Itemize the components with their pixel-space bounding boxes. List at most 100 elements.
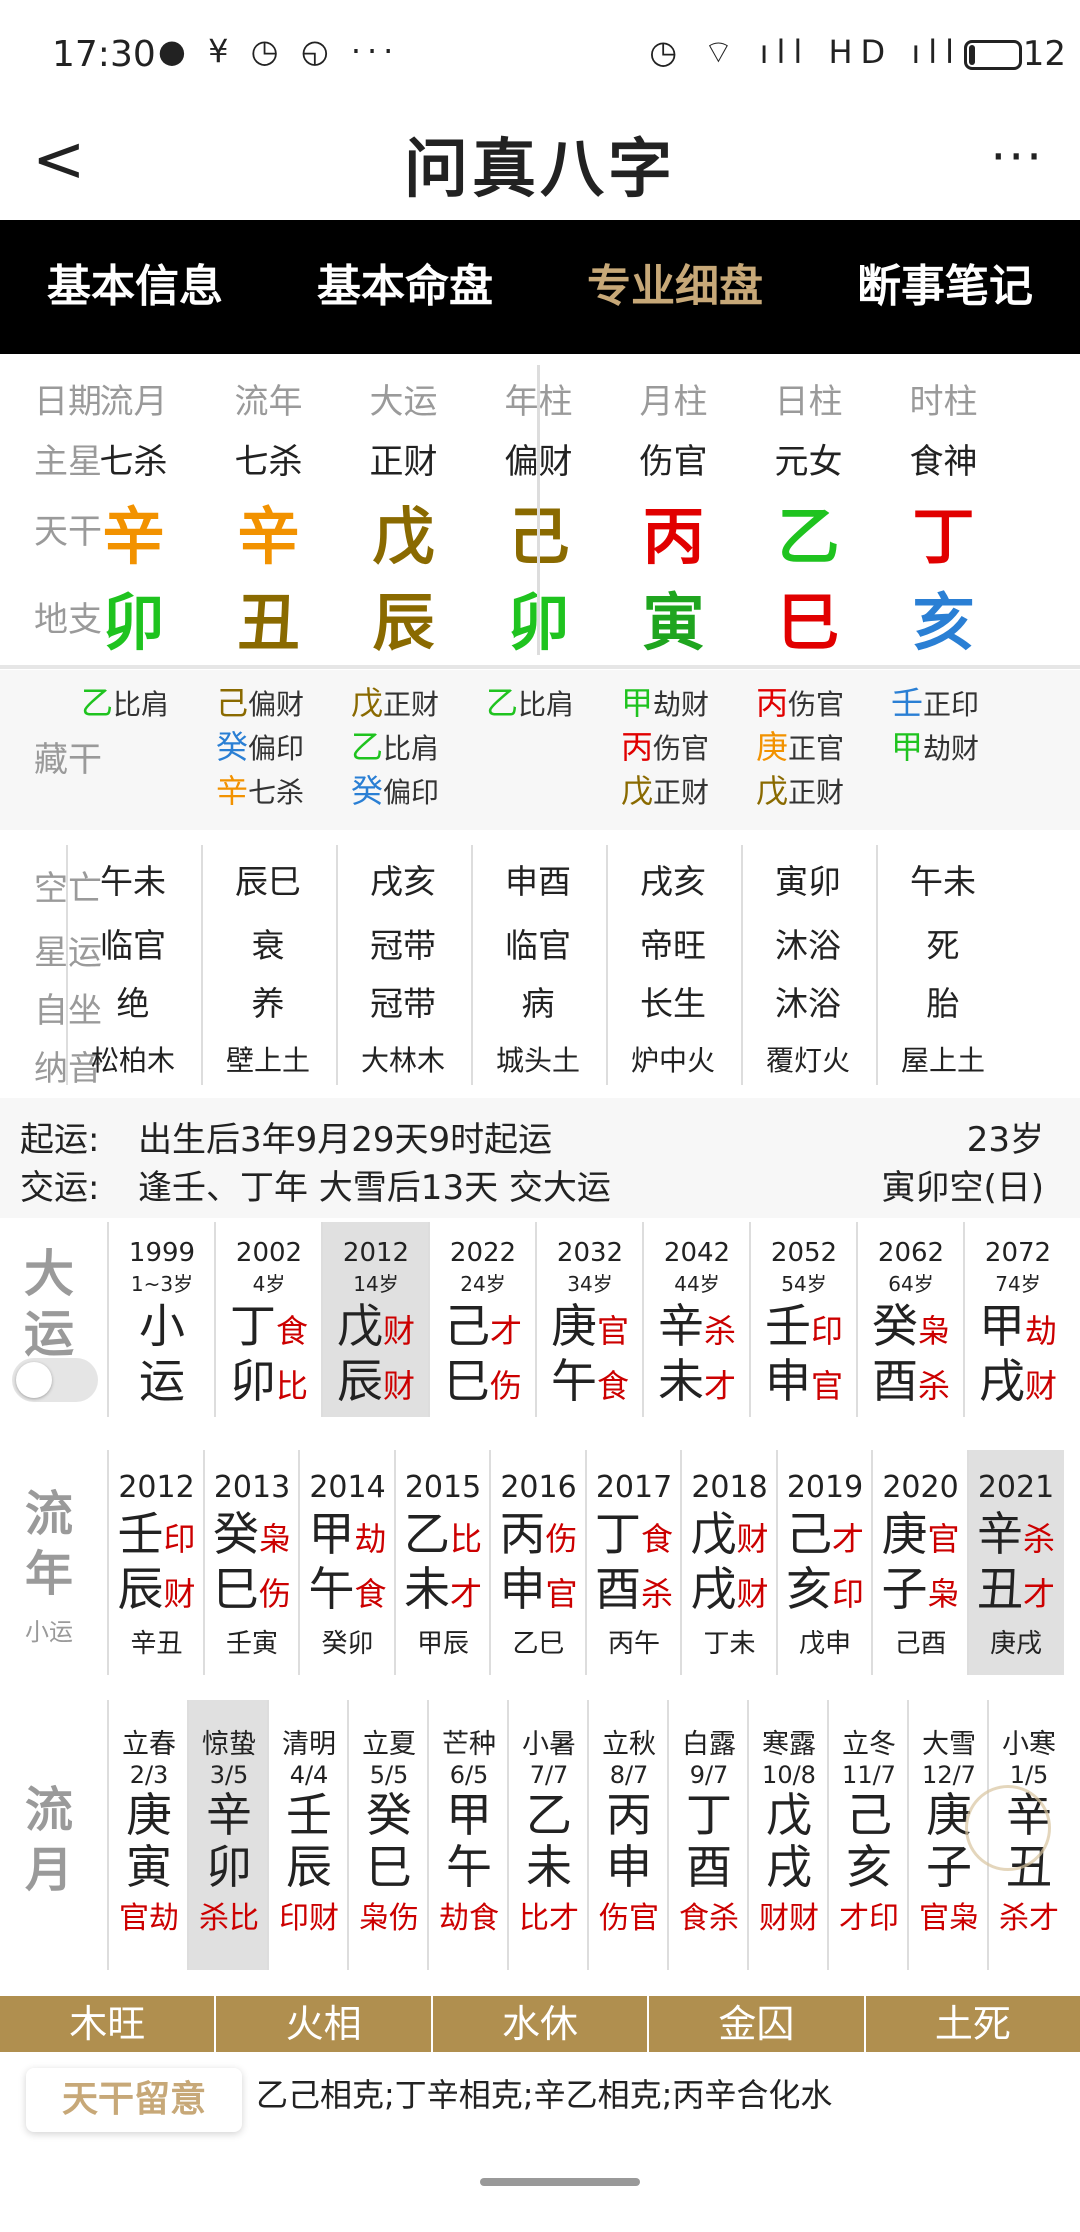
liunian-item[interactable]: 2019 己才 亥印 戊申 — [775, 1450, 873, 1675]
xiaoyun-value: 戊申 — [798, 1629, 851, 1659]
liunian-item[interactable]: 2017 丁食 酉杀 丙午 — [584, 1450, 682, 1675]
status-time: 17:30 — [52, 34, 156, 75]
kw-cell: 绝 — [116, 984, 150, 1023]
liunian-item[interactable]: 2013 癸枭 巳伤 壬寅 — [202, 1450, 300, 1675]
more-icon: ··· — [990, 128, 1044, 186]
stem-god: 比 — [449, 1520, 482, 1558]
solar-term: 芒种 — [442, 1729, 496, 1760]
ten-god: 劫财 — [653, 688, 710, 721]
tab-1[interactable]: 基本命盘 — [270, 220, 540, 354]
main-star: 七杀 — [99, 442, 168, 482]
liunian-item[interactable]: 2021 辛杀 丑才 庚戌 — [966, 1450, 1064, 1675]
solar-term: 大雪 — [922, 1729, 976, 1760]
stem-god: 杀 — [703, 1312, 736, 1350]
liunian-item[interactable]: 2016 丙伤 申官 乙巳 — [489, 1450, 586, 1675]
liuyue-item[interactable]: 立夏 5/5 癸巳枭伤 — [347, 1700, 429, 1970]
xiaoyun-label: 小运 — [25, 1618, 73, 1646]
liuyue-item[interactable]: 寒露 10/8 戊戌财财 — [747, 1700, 829, 1970]
dayun-item[interactable]: 2032 34岁 庚官 午食 — [535, 1222, 643, 1417]
liunian-branch: 午食 — [300, 1564, 395, 1619]
dayun-item[interactable]: 2042 44岁 辛杀 未才 — [642, 1222, 750, 1417]
stem-char: 己 — [443, 1299, 490, 1353]
dayun-item[interactable]: 2002 4岁 丁食 卯比 — [214, 1222, 322, 1417]
liuyue-item[interactable]: 立秋 8/7 丙申伤官 — [587, 1700, 669, 1970]
dayun-year: 2012 — [342, 1238, 410, 1268]
dayun-stem: 丁食 — [216, 1301, 322, 1356]
home-indicator[interactable] — [480, 2178, 640, 2186]
ten-god: 正财 — [653, 776, 710, 809]
kw-cell: 衰 — [251, 926, 285, 965]
hidden-stems-section: 藏干 乙比肩 己偏财 癸偏印 辛七杀 戊正财 乙比肩 癸偏印 乙比肩 甲劫财 丙伤官 戊正财 丙伤官 庚正… — [0, 670, 1080, 830]
solar-term-date: 4/4 — [289, 1761, 329, 1789]
tab-0[interactable]: 基本信息 — [0, 220, 270, 354]
month-gods: 才印 — [839, 1901, 899, 1936]
canggan-item: 壬正印 — [891, 682, 979, 726]
back-button[interactable]: < — [32, 120, 102, 200]
dayun-age: 74岁 — [995, 1272, 1041, 1296]
dayun-stem: 辛杀 — [644, 1301, 750, 1356]
tab-2[interactable]: 专业细盘 — [540, 220, 810, 354]
liunian-item[interactable]: 2020 庚官 子枭 己酉 — [871, 1450, 968, 1675]
dayun-age: 14岁 — [353, 1272, 399, 1296]
more-menu-button[interactable]: ··· — [990, 128, 1044, 186]
month-stem: 戊 — [766, 1788, 812, 1842]
liuyue-item[interactable]: 立冬 11/7 己亥才印 — [827, 1700, 909, 1970]
liunian-item[interactable]: 2018 戊财 戌财 丁未 — [680, 1450, 777, 1675]
liunian-item[interactable]: 2012 壬印 辰财 辛丑 — [107, 1450, 204, 1675]
canggan-item: 戊正财 — [756, 770, 844, 814]
pillar-header: 流月 — [99, 382, 168, 422]
dayun-year: 2032 — [556, 1238, 624, 1268]
liunian-stem: 癸枭 — [205, 1509, 300, 1564]
heavenly-stem: 辛 — [102, 500, 165, 573]
stem-char: 小 — [139, 1299, 185, 1353]
dayun-item[interactable]: 1999 1~3岁小运 — [107, 1222, 215, 1417]
liuyue-item[interactable]: 白露 9/7 丁酉食杀 — [667, 1700, 749, 1970]
liuyue-item[interactable]: 惊蛰 3/5 辛卯杀比 — [187, 1700, 269, 1970]
stem-god: 杀 — [1022, 1520, 1055, 1558]
liuyue-item[interactable]: 芒种 6/5 甲午劫食 — [427, 1700, 509, 1970]
liunian-item[interactable]: 2015 乙比 未才 甲辰 — [393, 1450, 491, 1675]
dayun-item[interactable]: 2062 64岁 癸枭 酉杀 — [856, 1222, 964, 1417]
solar-term-date: 11/7 — [842, 1761, 896, 1789]
liuyue-item[interactable]: 立春 2/3 庚寅官劫 — [107, 1700, 189, 1970]
heavenly-stem: 丙 — [642, 500, 705, 573]
stem-god: 劫 — [1024, 1312, 1057, 1350]
earthly-branch: 亥 — [912, 586, 975, 659]
month-branch: 午 — [446, 1840, 492, 1894]
canggan-label: 藏干 — [34, 740, 102, 780]
tiangan-notice-button[interactable]: 天干留意 — [26, 2068, 242, 2132]
stem-char: 庚 — [550, 1299, 597, 1353]
dayun-toggle[interactable] — [12, 1358, 98, 1402]
dayun-item[interactable]: 2072 74岁 甲劫 戌财 — [963, 1222, 1071, 1417]
hidden-stem: 癸 — [351, 772, 384, 810]
hidden-stem: 辛 — [216, 772, 249, 810]
branch-char: 巳 — [443, 1354, 490, 1408]
stem-god: 印 — [163, 1520, 196, 1558]
note-section: 天干留意 乙己相克;丁辛相克;辛乙相克;丙辛合化水 — [0, 2052, 1080, 2142]
dayun-item[interactable]: 2012 14岁 戊财 辰财 — [321, 1222, 429, 1417]
liuyue-item[interactable]: 小暑 7/7 乙未比才 — [507, 1700, 589, 1970]
wuxing-bar: 木旺 火相 水休 金囚 土死 — [0, 1996, 1080, 2052]
main-star: 食神 — [909, 442, 978, 482]
ten-god: 伤官 — [653, 732, 710, 765]
ten-god: 偏财 — [248, 688, 305, 721]
kw-cell: 冠带 — [370, 926, 436, 965]
liuyue-item[interactable]: 清明 4/4 壬辰印财 — [267, 1700, 349, 1970]
earthly-branch: 丑 — [237, 586, 300, 659]
divider — [537, 365, 540, 655]
dayun-branch: 卯比 — [216, 1356, 322, 1411]
dayun-item[interactable]: 2052 54岁 壬印 申官 — [749, 1222, 857, 1417]
branch-char: 巳 — [212, 1562, 259, 1616]
app-header: 问真八字 < ··· — [0, 100, 1080, 220]
canggan-item: 乙比肩 — [81, 682, 169, 726]
tab-3[interactable]: 断事笔记 — [810, 220, 1080, 354]
dayun-item[interactable]: 2022 24岁 己才 巳伤 — [428, 1222, 536, 1417]
earthly-branch: 辰 — [372, 586, 435, 659]
liunian-year: 2020 — [882, 1470, 959, 1505]
month-stem: 乙 — [526, 1788, 572, 1842]
xiaoyun-value: 乙巳 — [512, 1629, 565, 1659]
branch-char: 申 — [499, 1562, 546, 1616]
liunian-item[interactable]: 2014 甲劫 午食 癸卯 — [298, 1450, 395, 1675]
dayun-year: 2072 — [984, 1238, 1052, 1268]
month-branch: 申 — [606, 1840, 652, 1894]
